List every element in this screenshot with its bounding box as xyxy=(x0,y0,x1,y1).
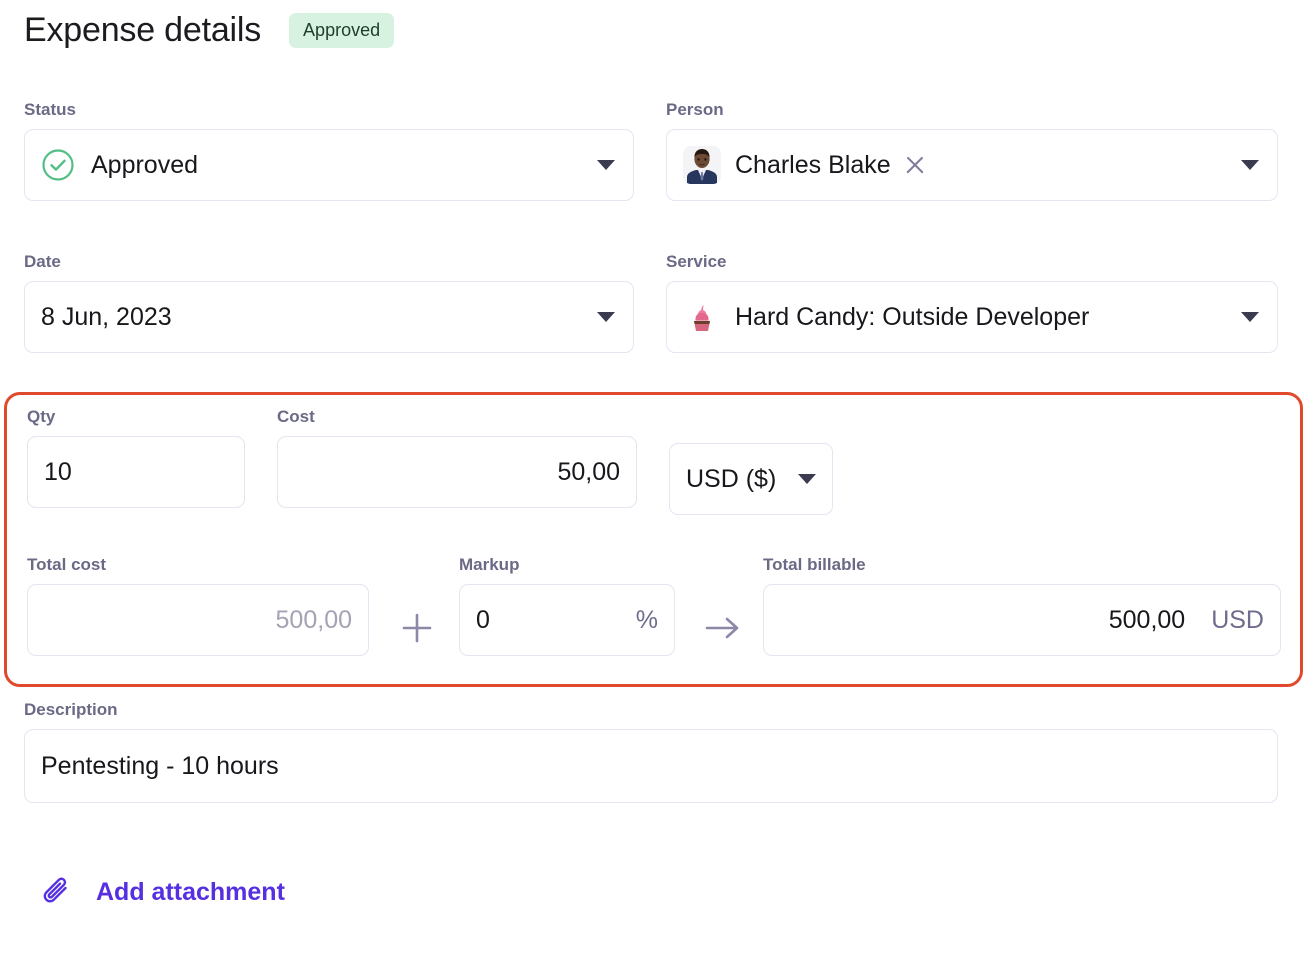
service-value: Hard Candy: Outside Developer xyxy=(735,303,1090,331)
check-circle-icon xyxy=(41,148,75,182)
currency-field: USD ($) xyxy=(669,443,834,515)
markup-input[interactable]: 0 % xyxy=(459,584,675,656)
date-value: 8 Jun, 2023 xyxy=(41,303,172,331)
arrow-right-icon xyxy=(701,608,745,648)
description-value: Pentesting - 10 hours xyxy=(41,752,279,780)
page-title: Expense details xyxy=(24,11,262,49)
status-field: Status Approved xyxy=(24,100,634,201)
add-attachment-label: Add attachment xyxy=(96,878,285,906)
person-avatar xyxy=(683,146,721,184)
markup-field: Markup 0 % xyxy=(459,555,675,656)
page-header: Expense details Approved xyxy=(24,8,395,52)
currency-select[interactable]: USD ($) xyxy=(669,443,834,515)
person-field: Person Charles Blake xyxy=(666,100,1278,201)
total-billable-input[interactable]: 500,00 USD xyxy=(763,584,1281,656)
date-label: Date xyxy=(24,252,61,271)
status-label: Status xyxy=(24,100,76,119)
status-value: Approved xyxy=(91,151,199,179)
chevron-down-icon[interactable] xyxy=(597,160,615,170)
markup-label: Markup xyxy=(459,555,520,574)
total-billable-label: Total billable xyxy=(763,555,866,574)
description-field: Description Pentesting - 10 hours xyxy=(24,700,1278,803)
total-cost-field: Total cost 500,00 xyxy=(27,555,369,656)
description-label: Description xyxy=(24,700,118,719)
chevron-down-icon[interactable] xyxy=(1241,312,1259,322)
person-select[interactable]: Charles Blake xyxy=(666,129,1278,201)
total-billable-suffix: USD xyxy=(1211,606,1264,634)
chevron-down-icon[interactable] xyxy=(597,312,615,322)
cost-input[interactable]: 50,00 xyxy=(277,436,637,508)
status-badge: Approved xyxy=(289,12,395,48)
cost-highlight-region: Qty 10 Cost 50,00 USD ($) Total cost 500… xyxy=(4,392,1303,687)
markup-suffix: % xyxy=(635,606,658,634)
service-field: Service Hard Candy: Outside Developer xyxy=(666,252,1278,353)
total-cost-value: 500,00 xyxy=(275,606,352,634)
total-cost-input: 500,00 xyxy=(27,584,369,656)
service-select[interactable]: Hard Candy: Outside Developer xyxy=(666,281,1278,353)
chevron-down-icon[interactable] xyxy=(798,474,817,484)
status-select[interactable]: Approved xyxy=(24,129,634,201)
date-field: Date 8 Jun, 2023 xyxy=(24,252,634,353)
person-value: Charles Blake xyxy=(735,151,891,179)
total-billable-field: Total billable 500,00 USD xyxy=(763,555,1281,656)
cost-label: Cost xyxy=(277,407,315,426)
cost-field: Cost 50,00 xyxy=(277,407,637,508)
expense-details-page: Expense details Approved Status Approved… xyxy=(0,0,1312,956)
qty-label: Qty xyxy=(27,407,56,426)
cost-value: 50,00 xyxy=(557,458,620,486)
cupcake-icon xyxy=(683,298,721,336)
currency-value: USD ($) xyxy=(686,465,777,493)
paperclip-icon xyxy=(40,875,74,909)
plus-icon xyxy=(397,608,437,648)
total-billable-value: 500,00 xyxy=(1108,606,1186,634)
service-label: Service xyxy=(666,252,727,271)
close-icon[interactable] xyxy=(903,153,927,177)
qty-field: Qty 10 xyxy=(27,407,245,508)
person-label: Person xyxy=(666,100,724,119)
description-input[interactable]: Pentesting - 10 hours xyxy=(24,729,1278,803)
markup-value: 0 xyxy=(476,606,490,634)
qty-value: 10 xyxy=(44,458,72,486)
chevron-down-icon[interactable] xyxy=(1241,160,1259,170)
add-attachment-button[interactable]: Add attachment xyxy=(40,875,285,909)
date-select[interactable]: 8 Jun, 2023 xyxy=(24,281,634,353)
qty-input[interactable]: 10 xyxy=(27,436,245,508)
total-cost-label: Total cost xyxy=(27,555,107,574)
